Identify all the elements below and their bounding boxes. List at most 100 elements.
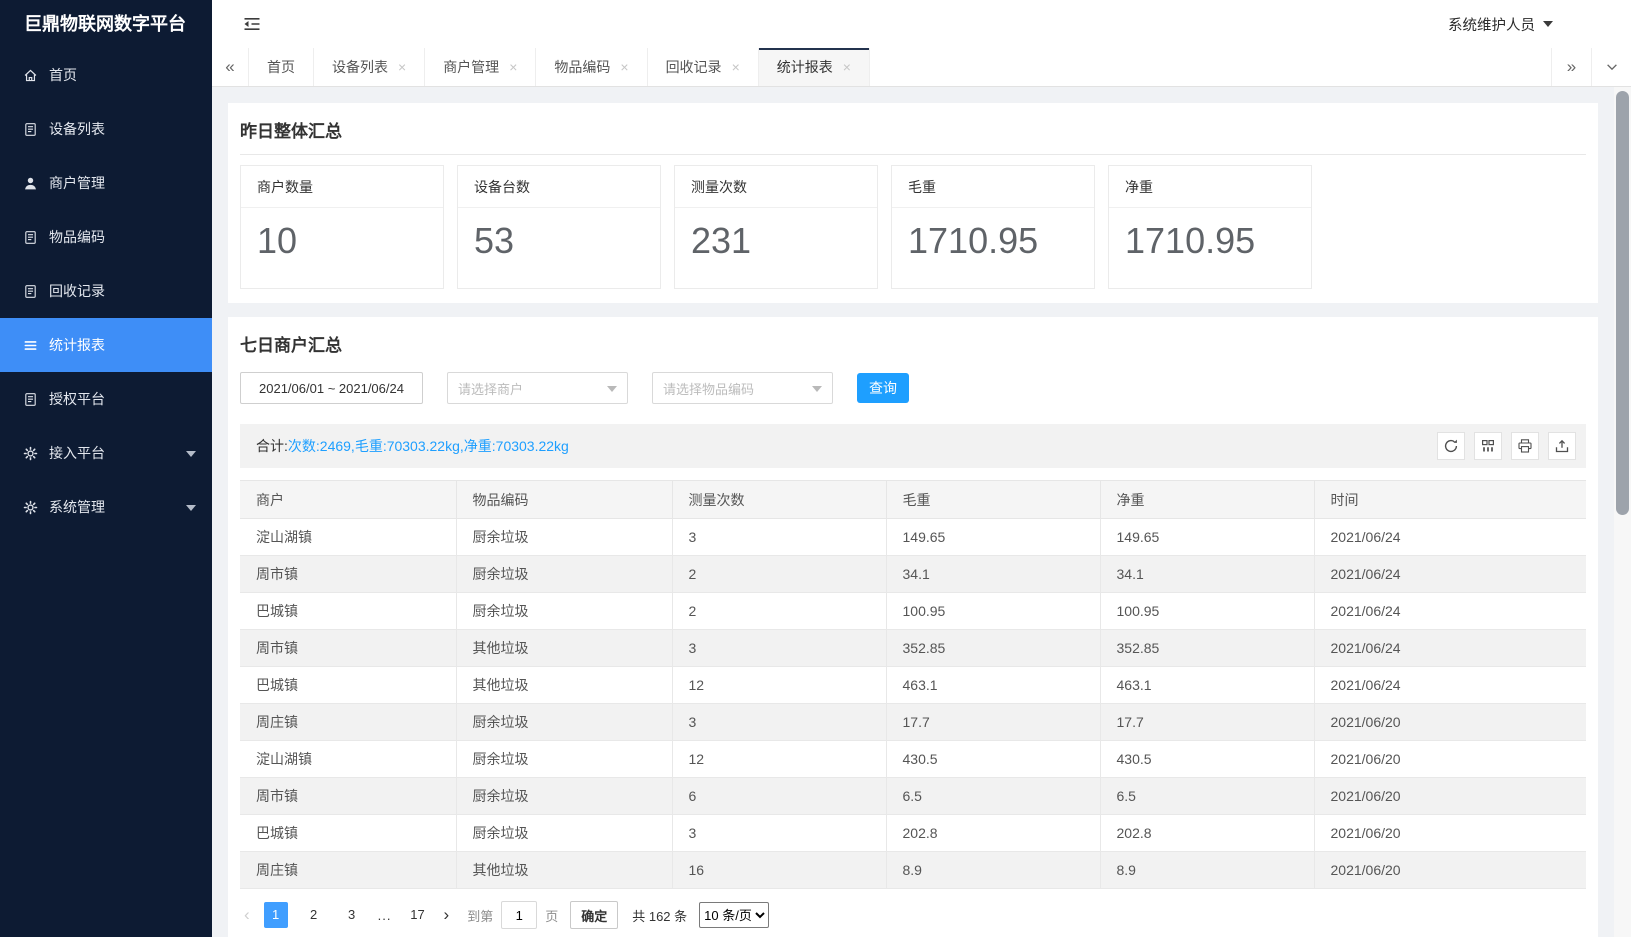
cell-gross-weight: 6.5 bbox=[886, 778, 1100, 815]
filter-bar: 请选择商户 请选择物品编码 查询 bbox=[240, 372, 1586, 404]
close-icon[interactable]: × bbox=[398, 60, 406, 74]
page-button-3[interactable]: 3 bbox=[340, 902, 364, 928]
cell-net-weight: 202.8 bbox=[1100, 815, 1314, 852]
cell-measure-count: 2 bbox=[672, 593, 886, 630]
cell-merchant: 周市镇 bbox=[240, 556, 456, 593]
close-icon[interactable]: × bbox=[620, 60, 628, 74]
sidebar-item-recycle-records[interactable]: 回收记录 bbox=[0, 264, 212, 318]
tab-recycle-records[interactable]: 回收记录 × bbox=[648, 48, 759, 86]
sidebar-item-label: 回收记录 bbox=[49, 281, 105, 301]
cell-net-weight: 17.7 bbox=[1100, 704, 1314, 741]
tab-merchant-mgmt[interactable]: 商户管理 × bbox=[425, 48, 536, 86]
confirm-page-button[interactable]: 确定 bbox=[570, 901, 618, 929]
caret-down-icon bbox=[812, 386, 822, 392]
tab-item-code[interactable]: 物品编码 × bbox=[536, 48, 647, 86]
cell-measure-count: 6 bbox=[672, 778, 886, 815]
cell-item-code: 厨余垃圾 bbox=[456, 593, 672, 630]
columns-icon bbox=[1480, 438, 1496, 454]
column-header-gross-weight: 毛重 bbox=[886, 481, 1100, 519]
cell-time: 2021/06/20 bbox=[1314, 852, 1586, 889]
cell-net-weight: 8.9 bbox=[1100, 852, 1314, 889]
page-size-select[interactable]: 10 条/页 bbox=[699, 902, 769, 928]
sidebar-collapse-icon[interactable] bbox=[242, 16, 262, 32]
cell-time: 2021/06/24 bbox=[1314, 593, 1586, 630]
sidebar-item-label: 商户管理 bbox=[49, 173, 105, 193]
sidebar-item-system-mgmt[interactable]: 系统管理 bbox=[0, 480, 212, 534]
tabs-scroll-left-button[interactable]: « bbox=[212, 48, 249, 86]
seven-day-report-panel: 七日商户汇总 请选择商户 请选择物品编码 查询 合计:次数:2469,毛重:70… bbox=[228, 317, 1598, 937]
item-code-select[interactable]: 请选择物品编码 bbox=[652, 372, 833, 404]
page-button-1[interactable]: 1 bbox=[264, 902, 288, 928]
sidebar-item-home[interactable]: 首页 bbox=[0, 48, 212, 102]
sidebar-item-item-code[interactable]: 物品编码 bbox=[0, 210, 212, 264]
document-icon bbox=[22, 391, 38, 407]
cell-time: 2021/06/20 bbox=[1314, 704, 1586, 741]
sidebar-item-label: 授权平台 bbox=[49, 389, 105, 409]
merchant-select[interactable]: 请选择商户 bbox=[447, 372, 628, 404]
caret-down-icon bbox=[607, 386, 617, 392]
card-value: 53 bbox=[458, 208, 660, 262]
prev-page-button[interactable]: ‹ bbox=[244, 905, 250, 925]
card-value: 1710.95 bbox=[1109, 208, 1311, 262]
sidebar-item-label: 接入平台 bbox=[49, 443, 105, 463]
query-button[interactable]: 查询 bbox=[857, 373, 909, 403]
tab-statistics-report[interactable]: 统计报表 × bbox=[759, 48, 870, 86]
tab-home[interactable]: 首页 bbox=[249, 48, 314, 86]
cell-time: 2021/06/24 bbox=[1314, 667, 1586, 704]
page-button-2[interactable]: 2 bbox=[302, 902, 326, 928]
document-icon bbox=[22, 229, 38, 245]
tab-label: 设备列表 bbox=[332, 57, 388, 77]
cell-item-code: 厨余垃圾 bbox=[456, 519, 672, 556]
page-button-17[interactable]: 17 bbox=[406, 902, 430, 928]
user-menu[interactable]: 系统维护人员 bbox=[1448, 0, 1553, 48]
cell-measure-count: 3 bbox=[672, 630, 886, 667]
column-header-time: 时间 bbox=[1314, 481, 1586, 519]
card-label: 净重 bbox=[1109, 166, 1311, 208]
totals-value: 次数:2469,毛重:70303.22kg,净重:70303.22kg bbox=[288, 438, 569, 454]
cell-gross-weight: 34.1 bbox=[886, 556, 1100, 593]
goto-page-input[interactable] bbox=[501, 901, 537, 929]
tab-device-list[interactable]: 设备列表 × bbox=[314, 48, 425, 86]
yesterday-summary-panel: 昨日整体汇总 商户数量 10 设备台数 53 测量次数 231 毛重 1710.… bbox=[228, 103, 1598, 303]
tab-label: 首页 bbox=[267, 57, 295, 77]
app-root: 巨鼎物联网数字平台 首页 设备列表 商户管理 bbox=[0, 0, 1631, 937]
tabs-menu-button[interactable] bbox=[1591, 48, 1631, 86]
close-icon[interactable]: × bbox=[509, 60, 517, 74]
next-page-button[interactable]: › bbox=[444, 905, 450, 925]
sidebar-item-statistics-report[interactable]: 统计报表 bbox=[0, 318, 212, 372]
refresh-icon bbox=[1443, 438, 1459, 454]
card-merchant-count: 商户数量 10 bbox=[240, 165, 444, 289]
cell-measure-count: 2 bbox=[672, 556, 886, 593]
sidebar-item-merchant-mgmt[interactable]: 商户管理 bbox=[0, 156, 212, 210]
sidebar-item-authorized-platform[interactable]: 授权平台 bbox=[0, 372, 212, 426]
sidebar: 巨鼎物联网数字平台 首页 设备列表 商户管理 bbox=[0, 0, 212, 937]
table-header-row: 商户 物品编码 测量次数 毛重 净重 时间 bbox=[240, 481, 1586, 519]
chevron-down-icon bbox=[186, 451, 196, 457]
column-header-item-code: 物品编码 bbox=[456, 481, 672, 519]
columns-button[interactable] bbox=[1474, 432, 1502, 460]
sidebar-item-access-platform[interactable]: 接入平台 bbox=[0, 426, 212, 480]
cell-time: 2021/06/24 bbox=[1314, 556, 1586, 593]
sidebar-item-label: 首页 bbox=[49, 65, 77, 85]
sidebar-item-device-list[interactable]: 设备列表 bbox=[0, 102, 212, 156]
cell-measure-count: 12 bbox=[672, 667, 886, 704]
card-value: 1710.95 bbox=[892, 208, 1094, 262]
cell-item-code: 其他垃圾 bbox=[456, 630, 672, 667]
cell-item-code: 厨余垃圾 bbox=[456, 556, 672, 593]
table-row: 淀山湖镇厨余垃圾12430.5430.52021/06/20 bbox=[240, 741, 1586, 778]
refresh-button[interactable] bbox=[1437, 432, 1465, 460]
close-icon[interactable]: × bbox=[732, 60, 740, 74]
caret-down-icon bbox=[1543, 21, 1553, 27]
print-button[interactable] bbox=[1511, 432, 1539, 460]
tabs-scroll-right-button[interactable]: » bbox=[1551, 48, 1591, 86]
sidebar-item-label: 物品编码 bbox=[49, 227, 105, 247]
card-device-count: 设备台数 53 bbox=[457, 165, 661, 289]
scrollbar-thumb[interactable] bbox=[1616, 91, 1629, 515]
user-icon bbox=[22, 175, 38, 191]
vertical-scrollbar[interactable] bbox=[1614, 87, 1631, 937]
date-range-input[interactable] bbox=[240, 372, 423, 404]
cell-net-weight: 463.1 bbox=[1100, 667, 1314, 704]
close-icon[interactable]: × bbox=[843, 60, 851, 74]
export-button[interactable] bbox=[1548, 432, 1576, 460]
table-row: 巴城镇其他垃圾12463.1463.12021/06/24 bbox=[240, 667, 1586, 704]
